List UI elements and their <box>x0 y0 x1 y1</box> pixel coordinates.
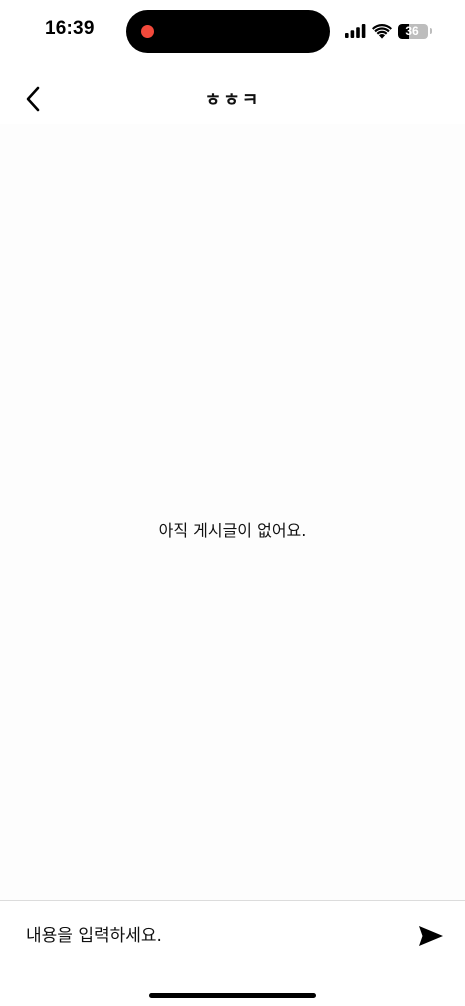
send-button[interactable] <box>417 923 445 949</box>
status-bar: 16:39 36 <box>0 0 465 62</box>
dynamic-island <box>126 10 330 53</box>
send-icon <box>419 926 443 946</box>
status-time: 16:39 <box>45 18 95 39</box>
input-bar <box>0 900 465 970</box>
status-icons: 36 <box>345 21 432 41</box>
battery-icon: 36 <box>398 23 428 39</box>
home-indicator <box>149 993 316 998</box>
page-title: ㅎㅎㅋ <box>204 90 261 111</box>
wifi-icon <box>372 23 392 39</box>
recording-indicator-icon <box>141 25 154 38</box>
header: ㅎㅎㅋ <box>0 74 465 124</box>
signal-icon <box>345 24 366 38</box>
post-list-area[interactable]: 아직 게시글이 없어요. <box>0 124 465 900</box>
empty-state-message: 아직 게시글이 없어요. <box>158 521 307 540</box>
battery-level: 36 <box>405 23 419 38</box>
battery-cap <box>430 28 432 34</box>
message-input[interactable] <box>26 919 396 953</box>
